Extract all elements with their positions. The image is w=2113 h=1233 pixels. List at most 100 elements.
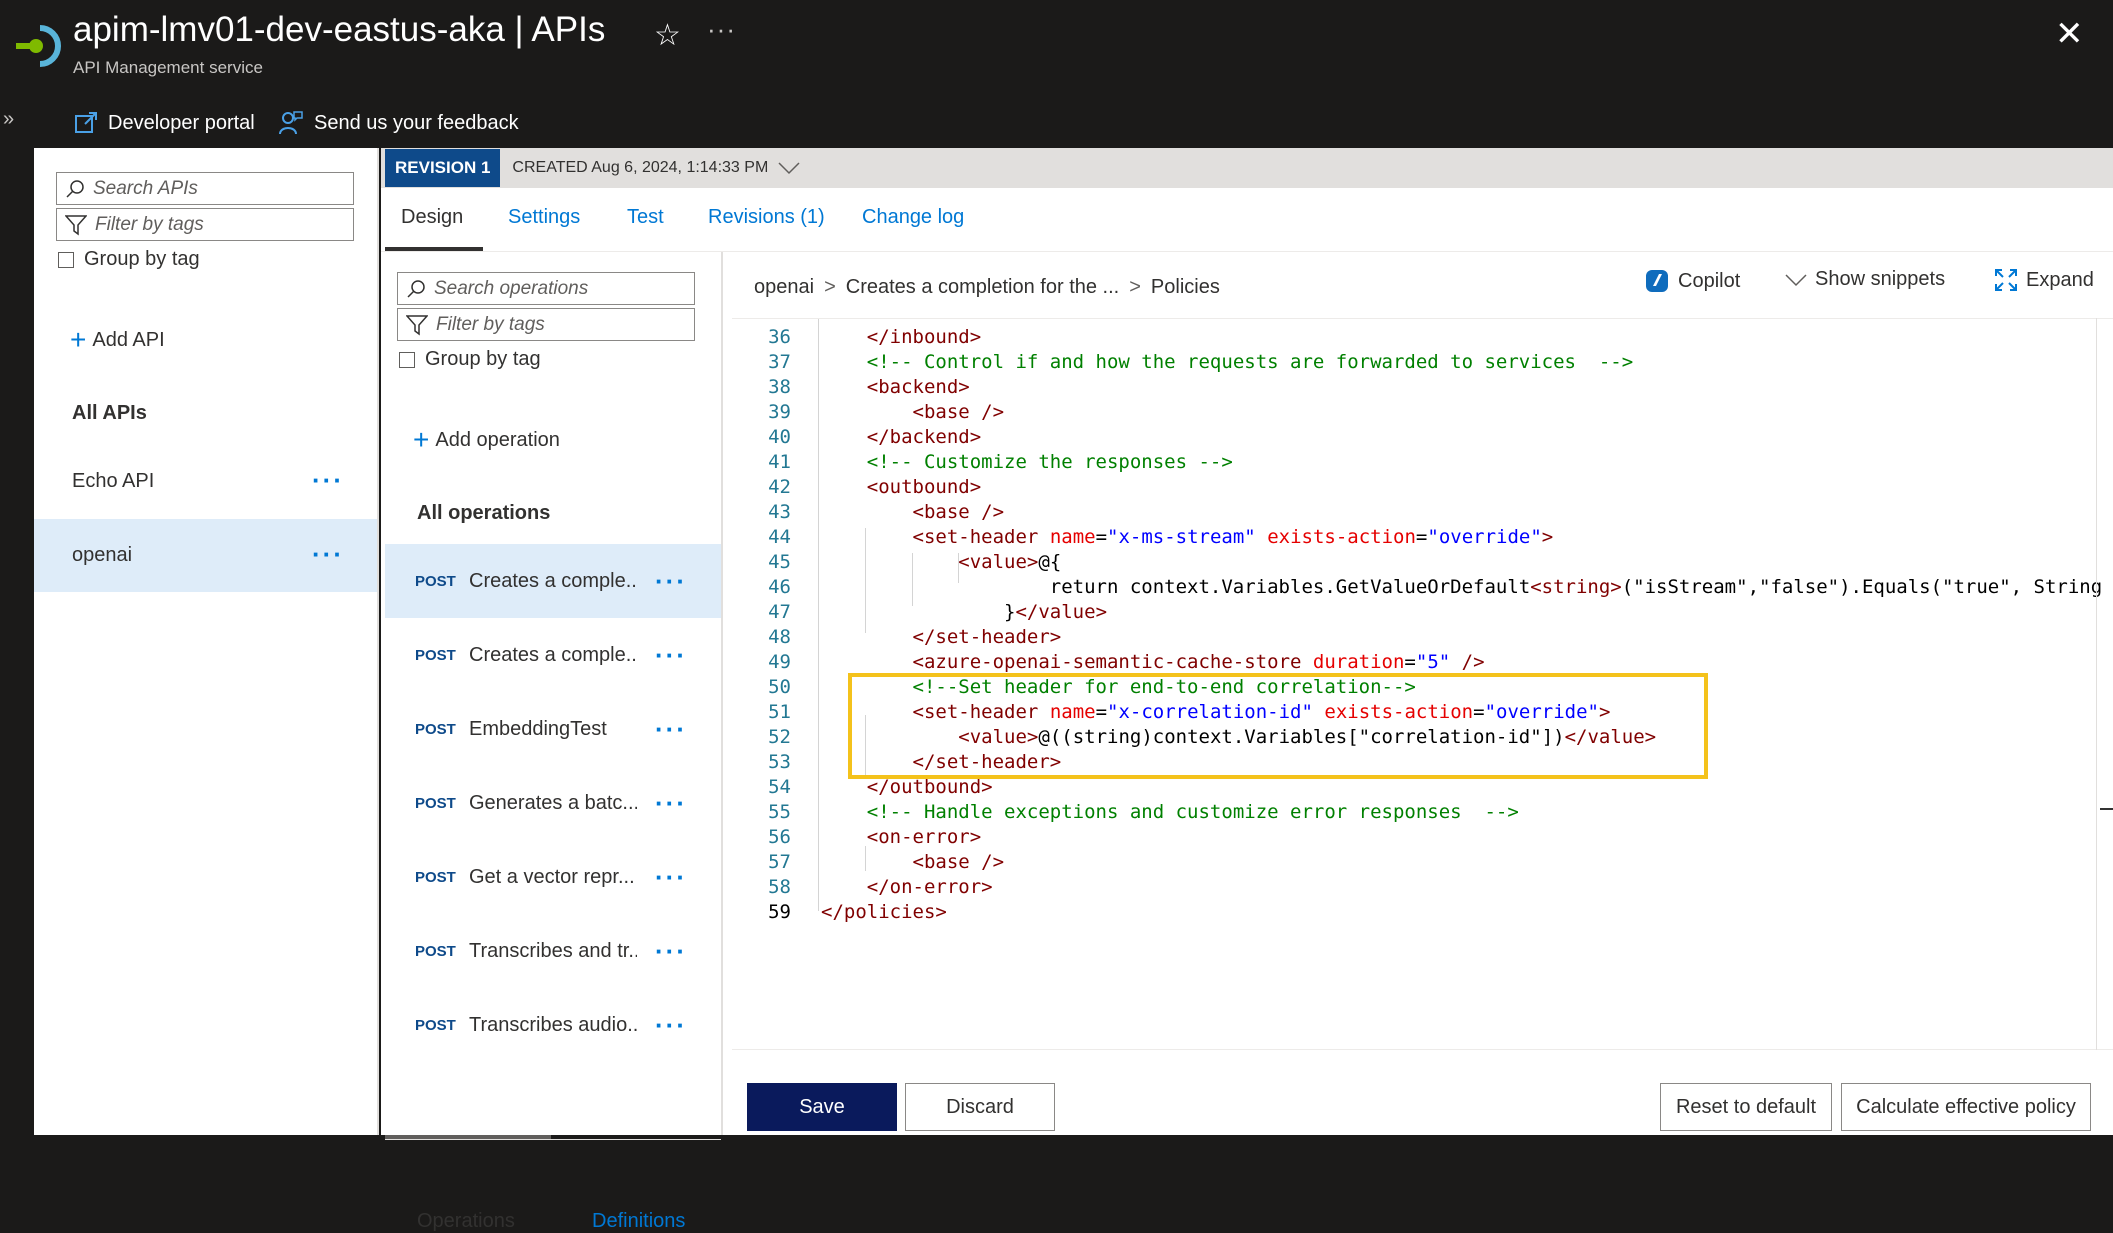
search-apis-placeholder: Search APIs	[93, 177, 198, 199]
favorite-star-icon[interactable]: ☆	[654, 18, 681, 53]
code-line[interactable]: 55 <!-- Handle exceptions and customize …	[732, 800, 2113, 825]
code-line[interactable]: 44 <set-header name="x-ms-stream" exists…	[732, 525, 2113, 550]
tab-design[interactable]: Design	[401, 206, 463, 229]
revision-badge[interactable]: REVISION 1	[385, 149, 501, 187]
code-line[interactable]: 57 <base />	[732, 850, 2113, 875]
operation-name: Creates a comple...	[469, 569, 637, 592]
code-line[interactable]: 45 <value>@{	[732, 550, 2113, 575]
discard-button[interactable]: Discard	[905, 1083, 1055, 1131]
line-number: 53	[768, 751, 791, 773]
more-options-icon[interactable]: ···	[655, 938, 687, 964]
all-apis-heading[interactable]: All APIs	[72, 402, 147, 425]
operation-item[interactable]: POST Generates a batc... ···	[385, 766, 721, 840]
tab-test[interactable]: Test	[627, 206, 664, 229]
more-options-icon[interactable]: ···	[655, 864, 687, 890]
code-line[interactable]: 38 <backend>	[732, 375, 2113, 400]
checkbox-box[interactable]	[58, 251, 74, 268]
code-text: <azure-openai-semantic-cache-store durat…	[912, 651, 1485, 673]
filter-apis-input[interactable]: Filter by tags	[56, 208, 354, 241]
more-options-icon[interactable]: ···	[655, 716, 687, 742]
code-text: }</value>	[1004, 601, 1108, 623]
more-options-icon[interactable]: ···	[312, 541, 344, 567]
operation-item[interactable]: POST Creates a comple... ···	[385, 618, 721, 692]
code-line[interactable]: 39 <base />	[732, 400, 2113, 425]
code-line[interactable]: 46 return context.Variables.GetValueOrDe…	[732, 575, 2113, 600]
add-operation-button[interactable]: + Add operation	[413, 426, 560, 454]
code-line[interactable]: 40 </backend>	[732, 425, 2113, 450]
checkbox-box[interactable]	[399, 351, 415, 368]
add-operation-label: Add operation	[435, 428, 560, 451]
filter-operations-input[interactable]: Filter by tags	[397, 308, 695, 341]
line-number: 44	[768, 526, 791, 548]
operation-name: Generates a batc...	[469, 791, 637, 814]
revision-created[interactable]: CREATED Aug 6, 2024, 1:14:33 PM	[512, 159, 800, 177]
code-line[interactable]: 37 <!-- Control if and how the requests …	[732, 350, 2113, 375]
operation-item[interactable]: POST Transcribes audio... ···	[385, 988, 721, 1062]
operation-name: EmbeddingTest	[469, 717, 607, 740]
breadcrumb-separator: >	[824, 276, 836, 298]
developer-portal-button[interactable]: Developer portal	[74, 108, 255, 138]
more-options-icon[interactable]: ···	[655, 1012, 687, 1038]
show-snippets-button[interactable]: Show snippets	[1785, 268, 1945, 291]
operation-item[interactable]: POST Get a vector repr... ···	[385, 840, 721, 914]
code-text: <on-error>	[866, 826, 982, 848]
breadcrumb-item[interactable]: Creates a completion for the ...	[846, 276, 1119, 299]
code-line[interactable]: 48 </set-header>	[732, 625, 2113, 650]
editor-scrollbar-track[interactable]	[2096, 318, 2097, 1050]
operation-item[interactable]: POST EmbeddingTest ···	[385, 692, 721, 766]
http-verb-badge: POST	[415, 572, 456, 590]
tab-revisions[interactable]: Revisions (1)	[708, 206, 825, 229]
code-text: <base />	[912, 401, 1005, 423]
more-options-icon[interactable]: ···	[655, 642, 687, 668]
developer-portal-label: Developer portal	[108, 111, 255, 134]
tab-change-log[interactable]: Change log	[862, 206, 964, 229]
save-button[interactable]: Save	[747, 1083, 897, 1131]
add-api-label: Add API	[92, 328, 165, 351]
more-options-icon[interactable]: ···	[312, 467, 344, 493]
breadcrumb-item[interactable]: openai	[754, 276, 814, 299]
expand-button[interactable]: Expand	[1994, 268, 2094, 292]
code-line[interactable]: 58 </on-error>	[732, 875, 2113, 900]
calculate-effective-policy-button[interactable]: Calculate effective policy	[1841, 1083, 2091, 1131]
code-line[interactable]: 41 <!-- Customize the responses -->	[732, 450, 2113, 475]
api-item-openai[interactable]: openai ···	[34, 519, 377, 592]
group-by-tag-checkbox[interactable]: Group by tag	[399, 348, 541, 371]
operations-panel: Search operations Filter by tags Group b…	[381, 252, 723, 1232]
line-number: 43	[768, 501, 791, 523]
close-icon[interactable]: ✕	[2055, 14, 2084, 54]
bottom-tab-operations[interactable]: Operations	[417, 1210, 515, 1233]
line-number: 59	[768, 901, 791, 923]
copilot-button[interactable]: Copilot	[1644, 268, 1740, 294]
code-line[interactable]: 59 </policies>	[732, 900, 2113, 925]
all-operations-heading[interactable]: All operations	[417, 502, 550, 525]
add-api-button[interactable]: + Add API	[70, 326, 165, 354]
plus-icon: +	[413, 424, 430, 455]
bottom-tab-definitions[interactable]: Definitions	[592, 1210, 685, 1233]
more-options-icon[interactable]: ···	[655, 790, 687, 816]
search-operations-input[interactable]: Search operations	[397, 272, 695, 305]
api-item-echo[interactable]: Echo API ···	[34, 445, 377, 518]
code-line[interactable]: 36 </inbound>	[732, 325, 2113, 350]
code-line[interactable]: 49 <azure-openai-semantic-cache-store du…	[732, 650, 2113, 675]
code-line[interactable]: 47 }</value>	[732, 600, 2113, 625]
more-options-icon[interactable]: ···	[707, 14, 736, 45]
operation-item[interactable]: POST Transcribes and tr... ···	[385, 914, 721, 988]
tab-settings[interactable]: Settings	[508, 206, 580, 229]
http-verb-badge: POST	[415, 868, 456, 886]
feedback-button[interactable]: Send us your feedback	[278, 108, 519, 138]
line-number: 39	[768, 401, 791, 423]
reset-to-default-button[interactable]: Reset to default	[1660, 1083, 1832, 1131]
more-options-icon[interactable]: ···	[655, 568, 687, 594]
code-line[interactable]: 42 <outbound>	[732, 475, 2113, 500]
feedback-label: Send us your feedback	[314, 111, 519, 134]
code-line[interactable]: 56 <on-error>	[732, 825, 2113, 850]
code-line[interactable]: 43 <base />	[732, 500, 2113, 525]
code-text: </inbound>	[866, 326, 982, 348]
search-apis-input[interactable]: Search APIs	[56, 172, 354, 205]
operation-item[interactable]: POST Creates a comple... ···	[385, 544, 721, 618]
operation-name: Creates a comple...	[469, 643, 637, 666]
copilot-label: Copilot	[1678, 269, 1741, 292]
expand-menu-icon[interactable]: »	[3, 108, 14, 131]
group-by-tag-checkbox[interactable]: Group by tag	[58, 248, 200, 271]
operation-name: Transcribes audio...	[469, 1013, 637, 1036]
